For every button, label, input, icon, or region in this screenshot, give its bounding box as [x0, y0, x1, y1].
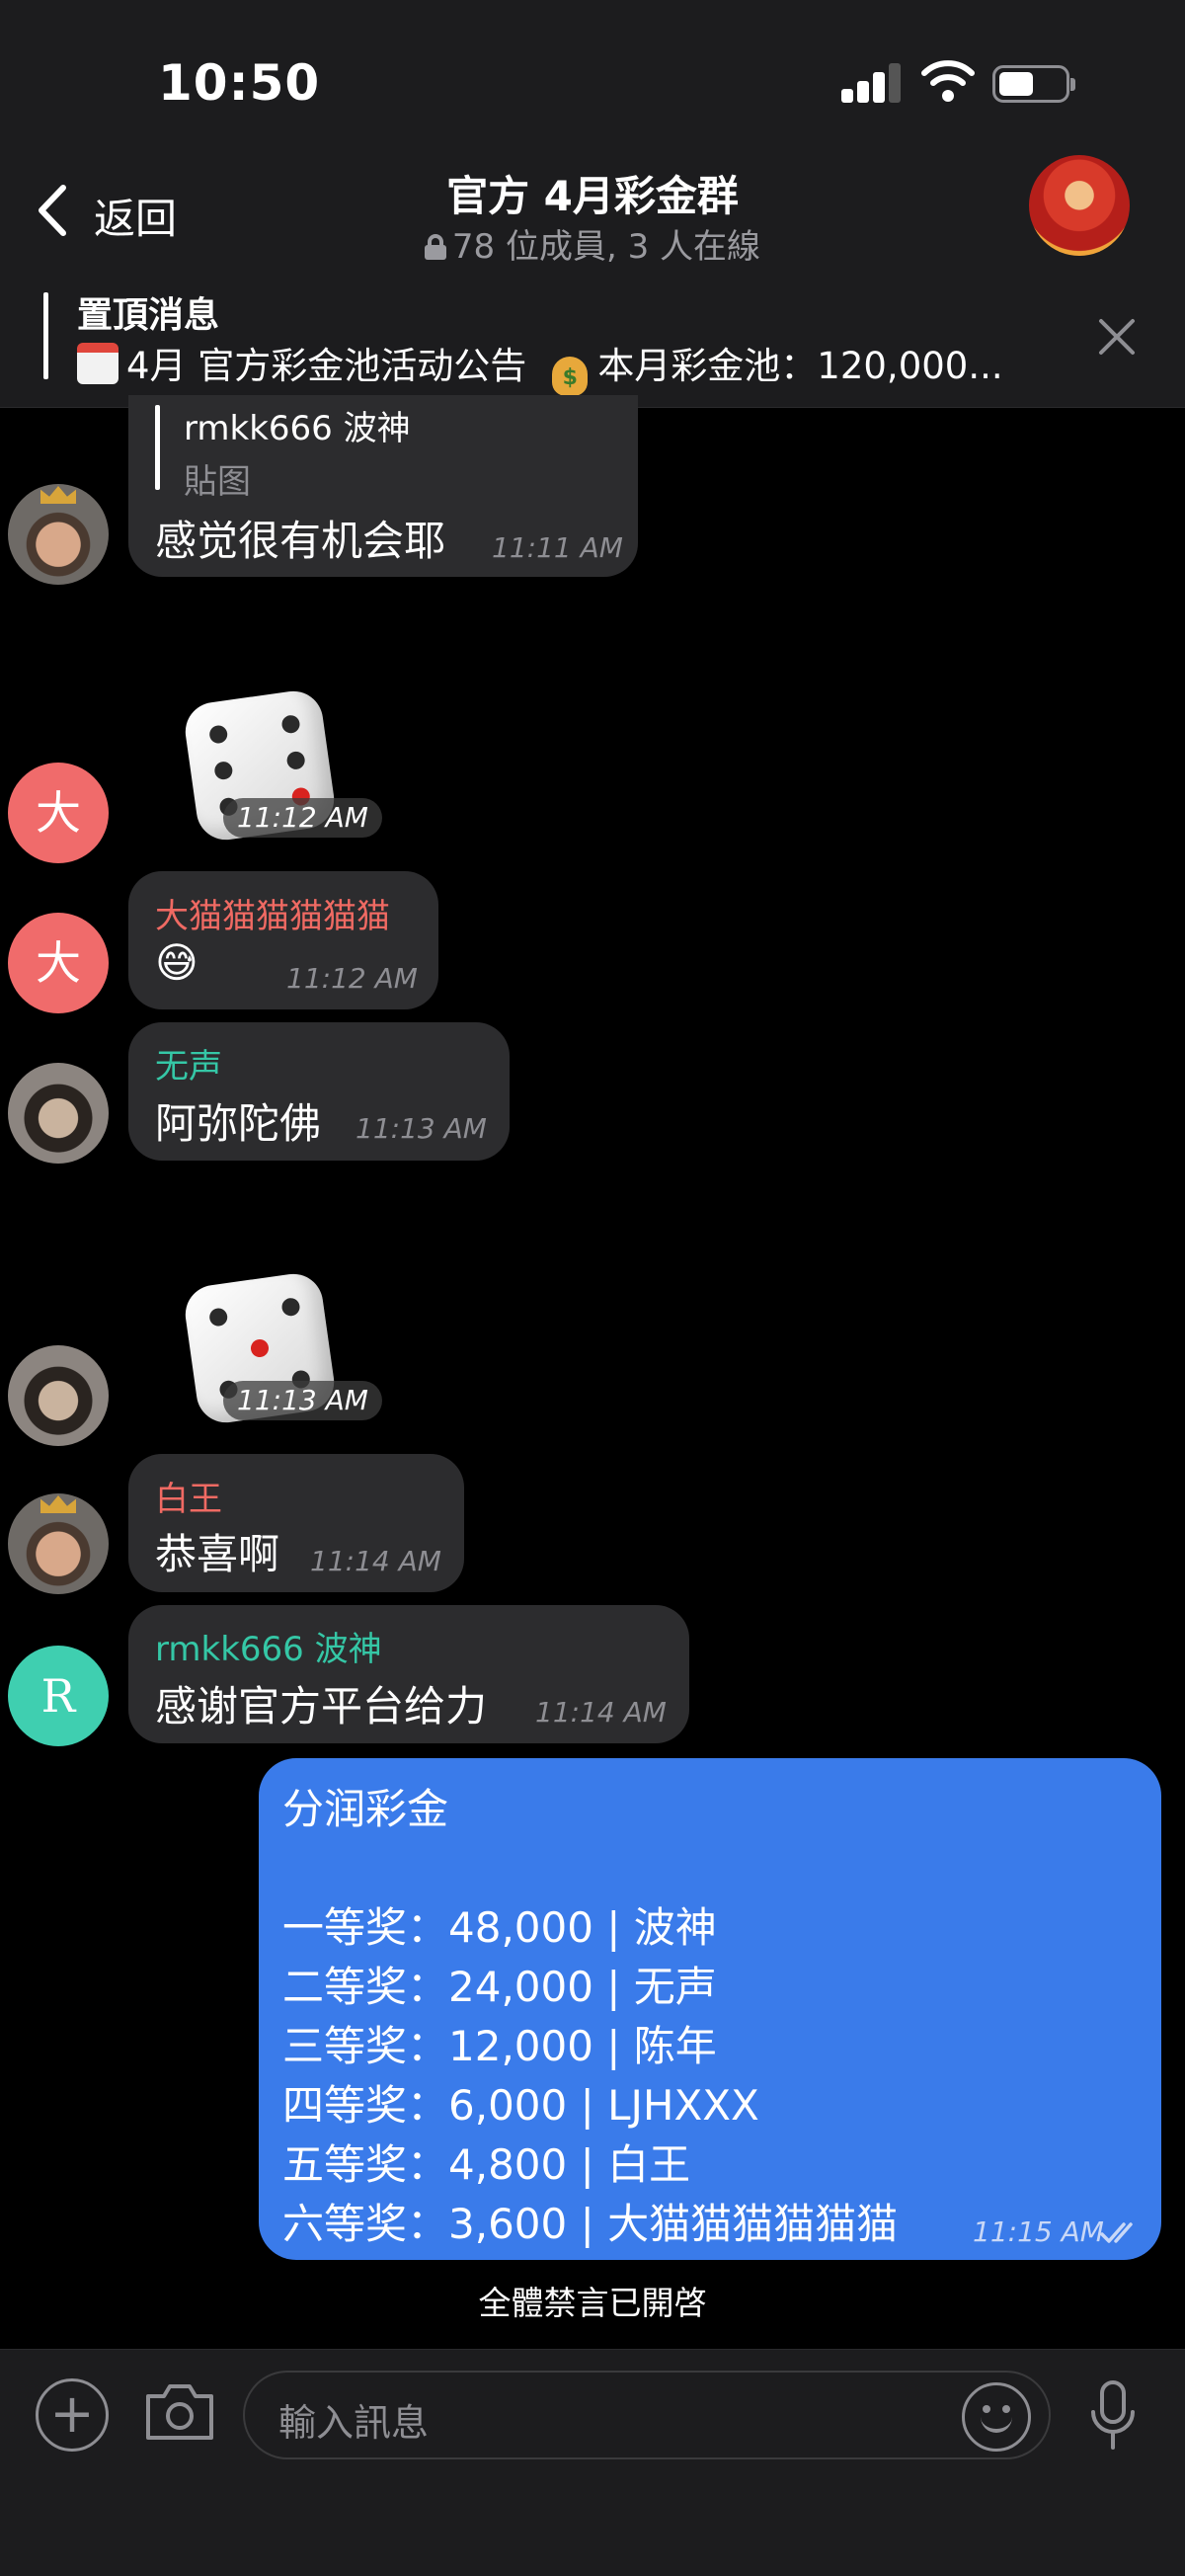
- message-text: 感谢官方平台给力: [155, 1682, 488, 1731]
- member-count: 78 位成員, 3 人在線: [451, 227, 761, 267]
- prize-line: 二等奖：24,000 | 无声: [282, 1963, 717, 2011]
- reply-sender: rmkk666 波神: [184, 409, 411, 448]
- reply-quote-bar: [155, 405, 160, 490]
- battery-icon: [992, 65, 1075, 103]
- avatar[interactable]: R: [8, 1646, 109, 1746]
- signal-icon: [841, 61, 901, 103]
- message-sender[interactable]: 白王: [155, 1472, 222, 1520]
- close-icon[interactable]: [1098, 318, 1136, 360]
- message-emoji: 😅: [155, 938, 198, 987]
- reply-text: 貼图: [184, 462, 251, 502]
- wifi-icon: [920, 59, 976, 107]
- pinned-text-part1: 4月 官方彩金池活动公告: [126, 345, 527, 387]
- message-input-placeholder: 輸入訊息: [278, 2401, 430, 2445]
- microphone-icon[interactable]: [1088, 2378, 1138, 2457]
- message-time: 11:15 AM: [973, 2215, 1104, 2248]
- message-time: 11:14 AM: [310, 1545, 441, 1577]
- pinned-title: 置頂消息: [77, 295, 220, 336]
- system-message: 全體禁言已開啓: [478, 2284, 707, 2322]
- message-time: 11:12 AM: [286, 962, 418, 995]
- message-time: 11:14 AM: [535, 1696, 667, 1729]
- message-text: 感觉很有机会耶: [155, 517, 446, 565]
- calendar-icon: [77, 343, 118, 384]
- avatar[interactable]: 大: [8, 763, 109, 863]
- message-time: 11:11 AM: [492, 531, 623, 564]
- read-checkmarks-icon: [1100, 2220, 1144, 2250]
- camera-icon[interactable]: [142, 2380, 217, 2448]
- avatar[interactable]: [8, 484, 109, 585]
- pinned-text-part2: 本月彩金池：120,000...: [597, 345, 1003, 387]
- avatar[interactable]: [8, 1063, 109, 1164]
- prize-line: 六等奖：3,600 | 大猫猫猫猫猫猫: [282, 2200, 899, 2248]
- message-sender[interactable]: 无声: [155, 1039, 222, 1087]
- prize-line: 四等奖：6,000 | LJHXXX: [282, 2081, 759, 2130]
- prize-line: 三等奖：12,000 | 陈年: [282, 2022, 717, 2070]
- message-sender[interactable]: rmkk666 波神: [155, 1622, 382, 1670]
- message-sender[interactable]: 大猫猫猫猫猫猫: [155, 889, 390, 937]
- avatar[interactable]: 大: [8, 913, 109, 1013]
- prize-line: 五等奖：4,800 | 白王: [282, 2140, 691, 2189]
- message-text: 恭喜啊: [155, 1530, 280, 1578]
- group-subtitle: 78 位成員, 3 人在線: [0, 219, 1185, 268]
- prize-line: 一等奖：48,000 | 波神: [282, 1903, 717, 1952]
- outgoing-title: 分润彩金: [282, 1785, 449, 1833]
- avatar[interactable]: [8, 1345, 109, 1446]
- status-time: 10:50: [158, 54, 321, 112]
- money-bag-icon: $: [552, 357, 589, 396]
- message-text: 阿弥陀佛: [155, 1099, 322, 1148]
- avatar[interactable]: [8, 1493, 109, 1594]
- lock-icon: [424, 234, 446, 260]
- pinned-text: 4月 官方彩金池活动公告 $ 本月彩金池：120,000...: [77, 336, 1003, 396]
- group-title[interactable]: 官方 4月彩金群: [0, 163, 1185, 223]
- message-time: 11:13 AM: [356, 1112, 487, 1145]
- plus-icon[interactable]: +: [36, 2378, 109, 2452]
- pinned-indicator: [43, 292, 48, 379]
- sticker-time: 11:12 AM: [223, 798, 382, 838]
- group-avatar[interactable]: [1029, 155, 1130, 256]
- emoji-icon[interactable]: [962, 2382, 1031, 2452]
- sticker-time: 11:13 AM: [223, 1381, 382, 1420]
